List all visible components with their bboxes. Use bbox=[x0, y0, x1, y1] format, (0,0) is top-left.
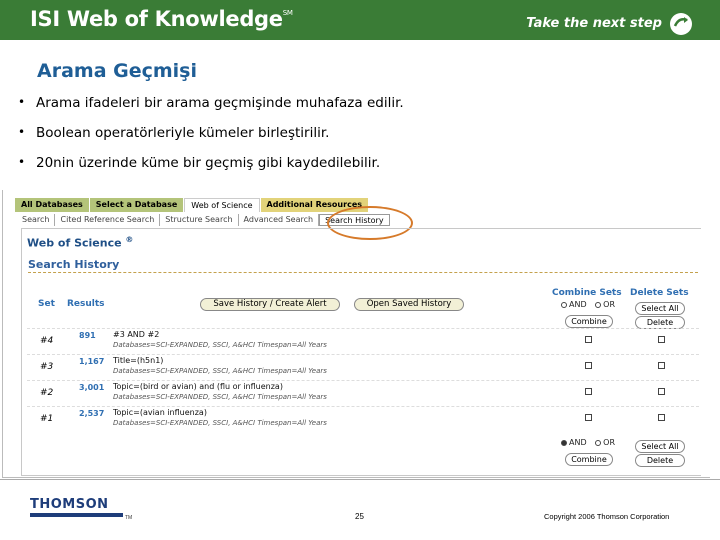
header-delete-sets: Delete Sets bbox=[630, 288, 689, 298]
set-number: #3 bbox=[40, 362, 54, 372]
databases-text: Databases=SCI-EXPANDED, SSCI, A&HCI Time… bbox=[113, 393, 327, 401]
results-link[interactable]: 3,001 bbox=[79, 383, 104, 392]
header-combine-sets: Combine Sets bbox=[552, 288, 622, 298]
delete-checkbox[interactable] bbox=[658, 414, 665, 421]
results-link[interactable]: 2,537 bbox=[79, 409, 104, 418]
bullet-item: Arama ifadeleri bir arama geçmişinde muh… bbox=[18, 95, 404, 125]
bullet-item: 20nin üzerinde küme bir geçmiş gibi kayd… bbox=[18, 155, 404, 185]
tagline: Take the next step bbox=[526, 16, 662, 31]
bullet-item: Boolean operatörleriyle kümeler birleşti… bbox=[18, 125, 404, 155]
radio-group-top: AND OR bbox=[561, 300, 615, 309]
history-row: #1 2,537 Topic=(avian influenza) Databas… bbox=[27, 406, 699, 431]
combine-checkbox[interactable] bbox=[585, 362, 592, 369]
brand-logo: ISI Web of KnowledgeSM bbox=[30, 7, 293, 31]
subtab-cited-reference[interactable]: Cited Reference Search bbox=[55, 214, 161, 226]
tab-all-databases[interactable]: All Databases bbox=[15, 198, 89, 212]
select-all-button[interactable]: Select All bbox=[635, 302, 685, 315]
set-number: #1 bbox=[40, 414, 54, 424]
subtab-search[interactable]: Search bbox=[17, 214, 56, 226]
subtab-advanced[interactable]: Advanced Search bbox=[239, 214, 320, 226]
history-row: #2 3,001 Topic=(bird or avian) and (flu … bbox=[27, 380, 699, 405]
history-row: #4 891 #3 AND #2 Databases=SCI-EXPANDED,… bbox=[27, 328, 699, 353]
databases-text: Databases=SCI-EXPANDED, SSCI, A&HCI Time… bbox=[113, 341, 327, 349]
logo-trademark: TM bbox=[125, 515, 133, 521]
header-results: Results bbox=[67, 299, 105, 309]
query-text: Topic=(bird or avian) and (flu or influe… bbox=[113, 382, 283, 391]
page-number: 25 bbox=[355, 512, 364, 521]
combine-checkbox[interactable] bbox=[585, 388, 592, 395]
product-title: Web of Science ® bbox=[27, 235, 134, 250]
database-tabs: All Databases Select a Database Web of S… bbox=[15, 198, 369, 212]
results-link[interactable]: 891 bbox=[79, 331, 96, 340]
save-history-button[interactable]: Save History / Create Alert bbox=[200, 298, 340, 311]
and-radio[interactable]: AND bbox=[561, 438, 587, 447]
or-radio[interactable]: OR bbox=[595, 300, 615, 309]
combine-checkbox[interactable] bbox=[585, 336, 592, 343]
query-text: #3 AND #2 bbox=[113, 330, 160, 339]
thomson-logo: THOMSON bbox=[30, 497, 109, 512]
and-radio[interactable]: AND bbox=[561, 300, 587, 309]
results-link[interactable]: 1,167 bbox=[79, 357, 104, 366]
bullet-list: Arama ifadeleri bir arama geçmişinde muh… bbox=[18, 95, 404, 185]
slide-title: Arama Geçmişi bbox=[37, 60, 198, 82]
set-number: #2 bbox=[40, 388, 54, 398]
combine-button[interactable]: Combine bbox=[565, 453, 613, 466]
search-history-screenshot: All Databases Select a Database Web of S… bbox=[2, 190, 710, 478]
logo-bar bbox=[30, 513, 123, 517]
query-text: Topic=(avian influenza) bbox=[113, 408, 207, 417]
delete-checkbox[interactable] bbox=[658, 388, 665, 395]
tab-web-of-science[interactable]: Web of Science bbox=[184, 198, 260, 212]
subtab-structure[interactable]: Structure Search bbox=[160, 214, 239, 226]
delete-checkbox[interactable] bbox=[658, 362, 665, 369]
combine-checkbox[interactable] bbox=[585, 414, 592, 421]
open-history-button[interactable]: Open Saved History bbox=[354, 298, 464, 311]
header-set: Set bbox=[38, 299, 55, 309]
or-radio[interactable]: OR bbox=[595, 438, 615, 447]
combine-button[interactable]: Combine bbox=[565, 315, 613, 328]
footer-divider bbox=[0, 479, 720, 480]
arrow-circle-icon bbox=[670, 13, 692, 35]
delete-checkbox[interactable] bbox=[658, 336, 665, 343]
query-text: Title=(h5n1) bbox=[113, 356, 164, 365]
delete-button[interactable]: Delete bbox=[635, 454, 685, 467]
divider bbox=[28, 272, 698, 273]
top-banner: ISI Web of KnowledgeSM Take the next ste… bbox=[0, 0, 720, 40]
select-all-button[interactable]: Select All bbox=[635, 440, 685, 453]
tab-select-database[interactable]: Select a Database bbox=[89, 198, 184, 212]
set-number: #4 bbox=[40, 336, 54, 346]
history-row: #3 1,167 Title=(h5n1) Databases=SCI-EXPA… bbox=[27, 354, 699, 379]
databases-text: Databases=SCI-EXPANDED, SSCI, A&HCI Time… bbox=[113, 367, 327, 375]
radio-group-bottom: AND OR bbox=[561, 438, 615, 447]
copyright: Copyright 2006 Thomson Corporation bbox=[544, 512, 670, 521]
databases-text: Databases=SCI-EXPANDED, SSCI, A&HCI Time… bbox=[113, 419, 327, 427]
section-title: Search History bbox=[28, 258, 120, 271]
